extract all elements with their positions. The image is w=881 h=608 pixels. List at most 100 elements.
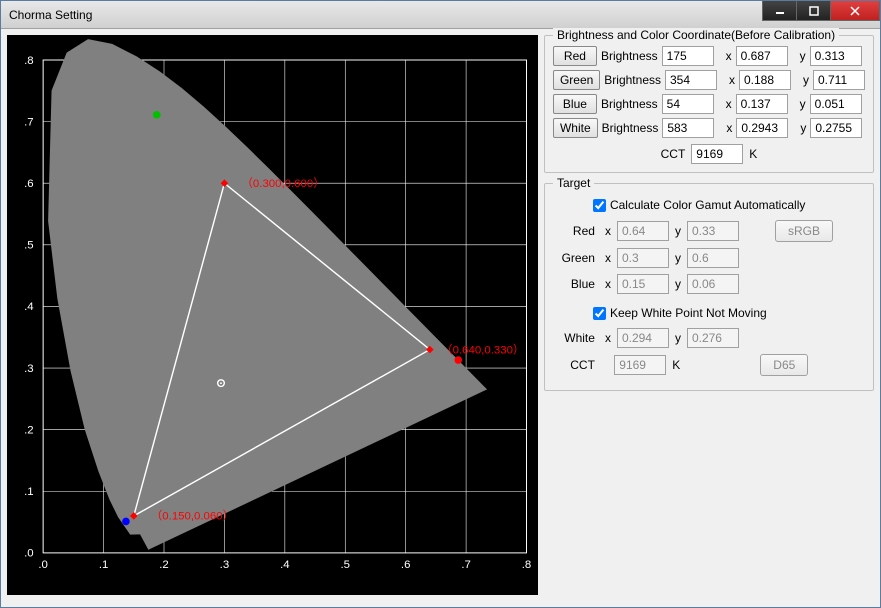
target-cct-row: CCT K D65: [553, 354, 865, 376]
svg-text:.8: .8: [24, 55, 34, 67]
y-label: y: [675, 331, 681, 345]
maximize-button[interactable]: [796, 1, 830, 21]
target-legend: Target: [553, 176, 594, 190]
before-legend: Brightness and Color Coordinate(Before C…: [553, 28, 839, 42]
minimize-icon: [775, 6, 785, 16]
svg-text:.5: .5: [24, 240, 34, 252]
y-label: y: [675, 251, 681, 265]
x-label: x: [605, 251, 611, 265]
green-button[interactable]: Green: [553, 70, 600, 90]
target-white-y-input[interactable]: [687, 328, 739, 348]
red-button[interactable]: Red: [553, 46, 597, 66]
y-label: y: [800, 97, 806, 111]
target-green-x-input[interactable]: [617, 248, 669, 268]
svg-text:.1: .1: [24, 486, 34, 498]
before-cct-row: CCT K: [553, 144, 865, 164]
maximize-icon: [809, 6, 819, 16]
cct-input[interactable]: [691, 144, 743, 164]
red-brightness-input[interactable]: [662, 46, 714, 66]
svg-text:.2: .2: [159, 559, 169, 571]
target-blue-label: Blue: [553, 277, 595, 291]
auto-calc-checkbox[interactable]: [593, 199, 606, 212]
svg-text:.1: .1: [99, 559, 109, 571]
before-red-row: Red Brightness x y: [553, 46, 865, 66]
svg-text:（0.640,0.330）: （0.640,0.330）: [441, 343, 524, 356]
target-cct-input[interactable]: [614, 355, 666, 375]
x-label: x: [605, 331, 611, 345]
svg-text:.3: .3: [220, 559, 230, 571]
right-panel: Brightness and Color Coordinate(Before C…: [544, 35, 874, 601]
y-label: y: [800, 49, 806, 63]
target-red-y-input[interactable]: [687, 221, 739, 241]
target-blue-y-input[interactable]: [687, 274, 739, 294]
y-label: y: [800, 121, 806, 135]
window-controls: [762, 1, 880, 21]
y-label: y: [675, 224, 681, 238]
before-white-row: White Brightness x y: [553, 118, 865, 138]
svg-text:.0: .0: [38, 559, 48, 571]
red-x-input[interactable]: [736, 46, 788, 66]
target-blue-row: Blue x y: [553, 274, 865, 294]
green-x-input[interactable]: [739, 70, 791, 90]
blue-brightness-input[interactable]: [662, 94, 714, 114]
svg-text:.8: .8: [522, 559, 532, 571]
green-brightness-input[interactable]: [665, 70, 717, 90]
kelvin-label: K: [749, 147, 757, 161]
svg-text:（0.300,0.600）: （0.300,0.600）: [242, 177, 325, 190]
blue-y-input[interactable]: [810, 94, 862, 114]
keep-white-row: Keep White Point Not Moving: [593, 306, 865, 320]
red-y-input[interactable]: [810, 46, 862, 66]
white-brightness-input[interactable]: [662, 118, 714, 138]
target-white-row: White x y: [553, 328, 865, 348]
x-label: x: [726, 121, 732, 135]
svg-text:（0.150,0.060）: （0.150,0.060）: [151, 510, 234, 523]
close-button[interactable]: [830, 1, 880, 21]
before-green-row: Green Brightness x y: [553, 70, 865, 90]
d65-button[interactable]: D65: [760, 354, 808, 376]
y-label: y: [803, 73, 809, 87]
minimize-button[interactable]: [762, 1, 796, 21]
blue-button[interactable]: Blue: [553, 94, 597, 114]
white-button[interactable]: White: [553, 118, 598, 138]
svg-text:.7: .7: [461, 559, 471, 571]
svg-text:.5: .5: [341, 559, 351, 571]
target-white-x-input[interactable]: [617, 328, 669, 348]
target-green-label: Green: [553, 251, 595, 265]
chromaticity-chart: .0.0.1.1.2.2.3.3.4.4.5.5.6.6.7.7.8.8（0.6…: [7, 35, 538, 595]
svg-text:.2: .2: [24, 424, 34, 436]
svg-text:.0: .0: [24, 548, 34, 560]
x-label: x: [605, 277, 611, 291]
keep-white-checkbox[interactable]: [593, 307, 606, 320]
kelvin-label: K: [672, 358, 680, 372]
window: Chorma Setting .0 .0 .1 .1 .2 .2 .3 .3 .4 .4 .5 .5.…: [0, 0, 881, 608]
keep-white-label: Keep White Point Not Moving: [610, 306, 767, 320]
brightness-label: Brightness: [601, 49, 658, 63]
svg-text:.4: .4: [280, 559, 290, 571]
target-white-label: White: [553, 331, 595, 345]
x-label: x: [726, 97, 732, 111]
close-icon: [850, 6, 860, 16]
titlebar: Chorma Setting: [1, 1, 880, 29]
target-green-y-input[interactable]: [687, 248, 739, 268]
brightness-label: Brightness: [601, 97, 658, 111]
window-title: Chorma Setting: [9, 8, 92, 22]
target-green-row: Green x y: [553, 248, 865, 268]
before-blue-row: Blue Brightness x y: [553, 94, 865, 114]
target-red-row: Red x y sRGB: [553, 220, 865, 242]
target-blue-x-input[interactable]: [617, 274, 669, 294]
blue-x-input[interactable]: [736, 94, 788, 114]
y-label: y: [675, 277, 681, 291]
chart-svg: .0.0.1.1.2.2.3.3.4.4.5.5.6.6.7.7.8.8（0.6…: [7, 35, 538, 595]
before-calibration-group: Brightness and Color Coordinate(Before C…: [544, 35, 874, 173]
srgb-button[interactable]: sRGB: [775, 220, 833, 242]
white-x-input[interactable]: [736, 118, 788, 138]
white-y-input[interactable]: [810, 118, 862, 138]
brightness-label: Brightness: [604, 73, 661, 87]
green-y-input[interactable]: [813, 70, 865, 90]
target-red-x-input[interactable]: [617, 221, 669, 241]
brightness-label: Brightness: [602, 121, 659, 135]
svg-text:.3: .3: [24, 363, 34, 375]
x-label: x: [605, 224, 611, 238]
svg-text:.4: .4: [24, 301, 34, 313]
svg-text:.7: .7: [24, 116, 34, 128]
